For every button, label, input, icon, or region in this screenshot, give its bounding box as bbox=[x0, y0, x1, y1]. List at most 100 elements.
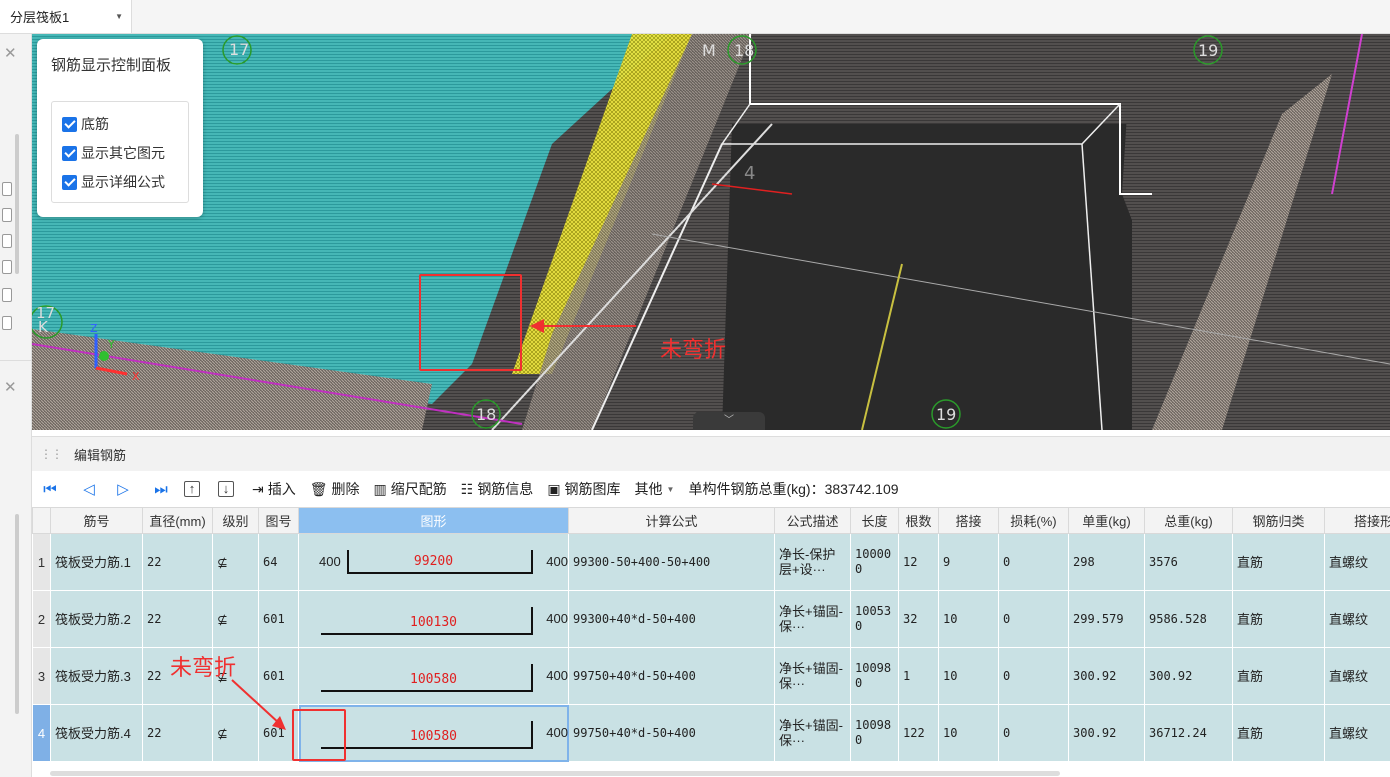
scrollbar[interactable] bbox=[15, 134, 19, 274]
3d-viewport[interactable]: 17 M 18 19 17 K 18 19 4 Z X Y bbox=[32, 34, 1390, 430]
cell-lap[interactable]: 10 bbox=[938, 590, 999, 648]
panel-item-icon[interactable] bbox=[2, 182, 12, 196]
cell-formula-desc[interactable]: 净长-保护层+设··· bbox=[774, 533, 851, 591]
cell-rebar-name[interactable]: 筏板受力筋.1 bbox=[50, 533, 143, 591]
cell-lap-type[interactable]: 直螺纹 bbox=[1324, 647, 1390, 705]
column-header[interactable]: 总重(kg) bbox=[1144, 507, 1233, 534]
cell-formula-desc[interactable]: 净长+锚固-保··· bbox=[774, 647, 851, 705]
cell-length[interactable]: 100980 bbox=[850, 647, 899, 705]
cell-classification[interactable]: 直筋 bbox=[1232, 533, 1325, 591]
cell-unit-weight[interactable]: 300.92 bbox=[1068, 704, 1145, 762]
cell-diameter[interactable]: 22 bbox=[142, 704, 213, 762]
rebar-library-button[interactable]: ▣ 钢筋图库 bbox=[547, 479, 620, 499]
column-header[interactable]: 单重(kg) bbox=[1068, 507, 1145, 534]
row-number[interactable]: 3 bbox=[32, 647, 51, 705]
table-row[interactable]: 3 筏板受力筋.3 22 ⊈ 601 100580 400 99750+40*d… bbox=[32, 647, 1390, 705]
panel-item-icon[interactable] bbox=[2, 234, 12, 248]
cell-figure-no[interactable]: 601 bbox=[258, 647, 299, 705]
cell-total-weight[interactable]: 36712.24 bbox=[1144, 704, 1233, 762]
column-header[interactable]: 图号 bbox=[258, 507, 299, 534]
cell-formula-desc[interactable]: 净长+锚固-保··· bbox=[774, 590, 851, 648]
cell-total-weight[interactable]: 3576 bbox=[1144, 533, 1233, 591]
panel-item-icon[interactable] bbox=[2, 260, 12, 274]
next-record-icon[interactable]: ▷ bbox=[108, 480, 138, 498]
move-down-button[interactable]: ↓ bbox=[218, 481, 238, 497]
cell-formula[interactable]: 99300+40*d-50+400 bbox=[568, 590, 775, 648]
cell-lap[interactable]: 10 bbox=[938, 647, 999, 705]
cell-shape[interactable]: 400 99200 400 bbox=[298, 533, 569, 591]
checkbox-checked-icon[interactable] bbox=[62, 145, 77, 161]
cell-count[interactable]: 12 bbox=[898, 533, 939, 591]
row-number[interactable]: 1 bbox=[32, 533, 51, 591]
cell-diameter[interactable]: 22 bbox=[142, 533, 213, 591]
cell-lap-type[interactable]: 直螺纹 bbox=[1324, 704, 1390, 762]
cell-length[interactable]: 100000 bbox=[850, 533, 899, 591]
cell-count[interactable]: 122 bbox=[898, 704, 939, 762]
column-header[interactable]: 搭接形 bbox=[1324, 507, 1390, 534]
close-icon[interactable]: ✕ bbox=[4, 378, 17, 396]
last-record-icon[interactable]: ⏭ bbox=[146, 481, 176, 498]
cell-lap-type[interactable]: 直螺纹 bbox=[1324, 533, 1390, 591]
panel-item-icon[interactable] bbox=[2, 208, 12, 222]
horizontal-scrollbar[interactable] bbox=[50, 771, 1060, 776]
first-record-icon[interactable]: ⏮ bbox=[40, 481, 60, 498]
move-up-button[interactable]: ↑ bbox=[184, 481, 204, 497]
table-row[interactable]: 1 筏板受力筋.1 22 ⊈ 64 400 99200 400 99300-50… bbox=[32, 533, 1390, 591]
rebar-info-button[interactable]: ☷ 钢筋信息 bbox=[461, 479, 534, 499]
drag-handle-icon[interactable]: ⋮⋮ bbox=[40, 447, 63, 461]
cell-count[interactable]: 1 bbox=[898, 647, 939, 705]
checkbox-checked-icon[interactable] bbox=[62, 174, 77, 190]
row-number[interactable]: 2 bbox=[32, 590, 51, 648]
cell-classification[interactable]: 直筋 bbox=[1232, 704, 1325, 762]
cell-loss[interactable]: 0 bbox=[998, 704, 1069, 762]
table-row-current[interactable]: 4 筏板受力筋.4 22 ⊈ 601 100580 400 99750+40*d… bbox=[32, 704, 1390, 762]
cell-shape[interactable]: 100580 400 bbox=[298, 647, 569, 705]
prev-record-icon[interactable]: ◁ bbox=[74, 480, 104, 498]
cell-diameter[interactable]: 22 bbox=[142, 590, 213, 648]
close-icon[interactable]: ✕ bbox=[4, 44, 17, 62]
cell-formula[interactable]: 99750+40*d-50+400 bbox=[568, 704, 775, 762]
cell-total-weight[interactable]: 300.92 bbox=[1144, 647, 1233, 705]
delete-button[interactable]: 🗑 删除 bbox=[310, 479, 360, 499]
column-header[interactable]: 搭接 bbox=[938, 507, 999, 534]
column-header[interactable]: 级别 bbox=[212, 507, 259, 534]
cell-length[interactable]: 100530 bbox=[850, 590, 899, 648]
collapse-panel-button[interactable]: ﹀ bbox=[693, 412, 765, 430]
cell-classification[interactable]: 直筋 bbox=[1232, 590, 1325, 648]
cell-lap[interactable]: 9 bbox=[938, 533, 999, 591]
cell-loss[interactable]: 0 bbox=[998, 533, 1069, 591]
cell-count[interactable]: 32 bbox=[898, 590, 939, 648]
cell-figure-no[interactable]: 64 bbox=[258, 533, 299, 591]
insert-button[interactable]: ⇥ 插入 bbox=[252, 479, 296, 499]
option-show-detailed-formula[interactable]: 显示详细公式 bbox=[62, 172, 165, 192]
column-header[interactable]: 计算公式 bbox=[568, 507, 775, 534]
cell-grade[interactable]: ⊈ bbox=[212, 590, 259, 648]
cell-shape[interactable]: 100130 400 bbox=[298, 590, 569, 648]
cell-lap-type[interactable]: 直螺纹 bbox=[1324, 590, 1390, 648]
column-header[interactable]: 长度 bbox=[850, 507, 899, 534]
panel-item-icon[interactable] bbox=[2, 288, 12, 302]
cell-loss[interactable]: 0 bbox=[998, 647, 1069, 705]
cell-formula-desc[interactable]: 净长+锚固-保··· bbox=[774, 704, 851, 762]
cell-unit-weight[interactable]: 300.92 bbox=[1068, 647, 1145, 705]
column-header[interactable]: 钢筋归类 bbox=[1232, 507, 1325, 534]
cell-formula[interactable]: 99300-50+400-50+400 bbox=[568, 533, 775, 591]
column-header[interactable]: 筋号 bbox=[50, 507, 143, 534]
cell-length[interactable]: 100980 bbox=[850, 704, 899, 762]
cell-formula[interactable]: 99750+40*d-50+400 bbox=[568, 647, 775, 705]
cell-total-weight[interactable]: 9586.528 bbox=[1144, 590, 1233, 648]
scrollbar[interactable] bbox=[15, 514, 19, 714]
cell-lap[interactable]: 10 bbox=[938, 704, 999, 762]
layer-select[interactable]: 分层筏板1 ▼ bbox=[0, 0, 132, 33]
cell-grade[interactable]: ⊈ bbox=[212, 704, 259, 762]
cell-loss[interactable]: 0 bbox=[998, 590, 1069, 648]
cell-figure-no[interactable]: 601 bbox=[258, 590, 299, 648]
column-header[interactable]: 根数 bbox=[898, 507, 939, 534]
cell-classification[interactable]: 直筋 bbox=[1232, 647, 1325, 705]
row-number[interactable]: 4 bbox=[32, 704, 51, 762]
cell-grade[interactable]: ⊈ bbox=[212, 533, 259, 591]
other-menu-button[interactable]: 其他 ▼ bbox=[635, 479, 675, 499]
cell-rebar-name[interactable]: 筏板受力筋.2 bbox=[50, 590, 143, 648]
cell-unit-weight[interactable]: 298 bbox=[1068, 533, 1145, 591]
cell-rebar-name[interactable]: 筏板受力筋.4 bbox=[50, 704, 143, 762]
